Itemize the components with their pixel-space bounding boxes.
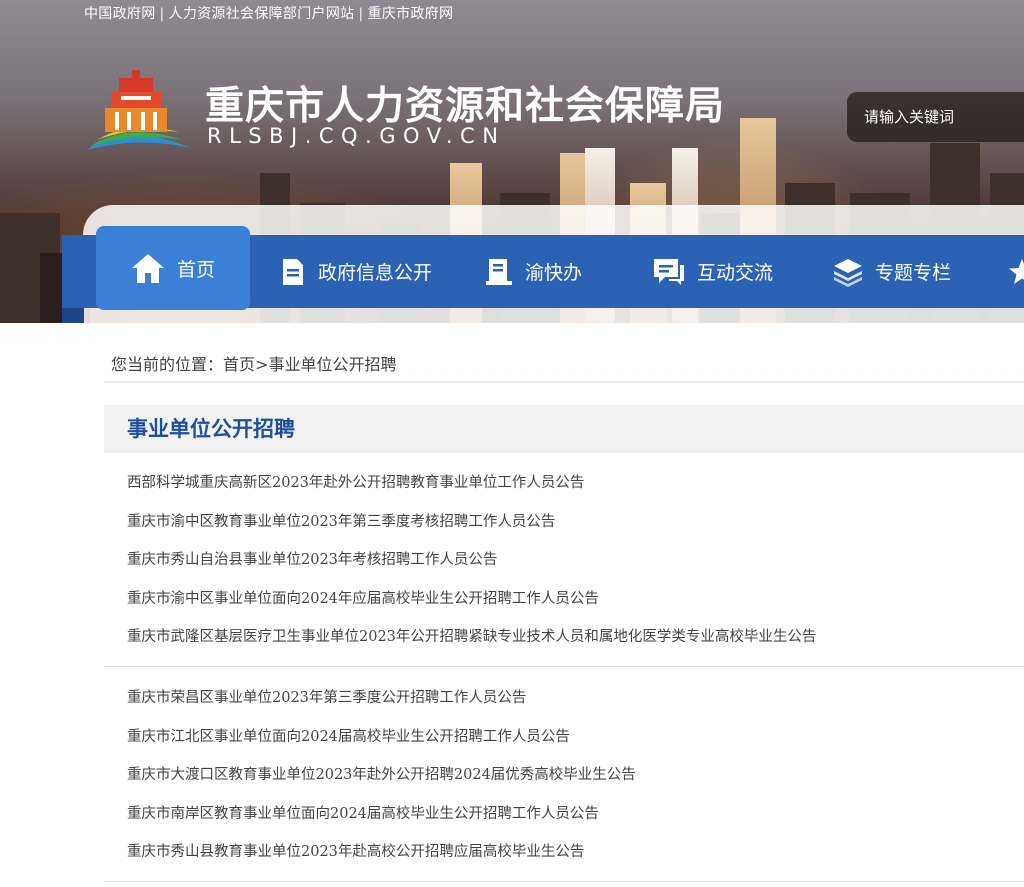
announcement-link[interactable]: 重庆市渝中区事业单位面向2024年应届高校毕业生公开招聘工作人员公告 (127, 591, 599, 607)
nav-item-topics[interactable]: 专题专栏 (833, 235, 951, 308)
nav-item-label: 首页 (176, 258, 215, 281)
top-link-mohrss[interactable]: 人力资源社会保障部门户网站 (169, 6, 355, 22)
list-item: 重庆市秀山自治县事业单位2023年考核招聘工作人员公告 (127, 550, 816, 589)
list-item: 西部科学城重庆高新区2023年赴外公开招聘教育事业单位工作人员公告 (127, 473, 816, 512)
announcement-link[interactable]: 重庆市大渡口区教育事业单位2023年赴外公开招聘2024届优秀高校毕业生公告 (127, 767, 636, 783)
announcement-link[interactable]: 重庆市武隆区基层医疗卫生事业单位2023年公开招聘紧缺专业技术人员和属地化医学类… (127, 629, 816, 645)
top-links: 中国政府网 | 人力资源社会保障部门户网站 | 重庆市政府网 (84, 6, 454, 22)
site-logo (87, 70, 191, 150)
search-input[interactable]: 请输入关键词 (847, 92, 1024, 142)
nav-item-label: 互动交流 (697, 262, 774, 284)
announcement-list: 西部科学城重庆高新区2023年赴外公开招聘教育事业单位工作人员公告 重庆市渝中区… (127, 473, 816, 666)
breadcrumb-home-link[interactable]: 首页 (223, 355, 255, 374)
nav-item-interaction[interactable]: 互动交流 (653, 235, 773, 308)
site-title: 重庆市人力资源和社会保障局 (205, 84, 726, 129)
layers-icon (834, 258, 862, 287)
list-item: 重庆市南岸区教育事业单位面向2024届高校毕业生公开招聘工作人员公告 (127, 804, 636, 843)
book-icon (486, 258, 512, 285)
chat-icon (654, 258, 684, 285)
nav-item-home[interactable]: 首页 (96, 226, 250, 310)
nav-item-label: 渝快办 (525, 262, 583, 284)
announcement-link[interactable]: 重庆市荣昌区事业单位2023年第三季度公开招聘工作人员公告 (127, 690, 526, 706)
announcement-link[interactable]: 重庆市秀山县教育事业单位2023年赴高校公开招聘应届高校毕业生公告 (127, 844, 584, 860)
announcement-link[interactable]: 西部科学城重庆高新区2023年赴外公开招聘教育事业单位工作人员公告 (127, 475, 584, 491)
nav-item-label: 专题专栏 (875, 262, 952, 284)
nav-item-label: 政府信息公开 (318, 262, 433, 284)
breadcrumb: 您当前的位置：首页>事业单位公开招聘 (111, 351, 396, 375)
list-item: 重庆市渝中区事业单位面向2024年应届高校毕业生公开招聘工作人员公告 (127, 589, 816, 628)
home-icon (131, 254, 164, 283)
top-link-cq-gov[interactable]: 重庆市政府网 (367, 6, 453, 22)
breadcrumb-divider (104, 381, 1024, 383)
announcement-link[interactable]: 重庆市江北区事业单位面向2024届高校毕业生公开招聘工作人员公告 (127, 729, 570, 745)
list-item: 重庆市武隆区基层医疗卫生事业单位2023年公开招聘紧缺专业技术人员和属地化医学类… (127, 627, 816, 666)
nav-item-yukuaiban[interactable]: 渝快办 (485, 235, 582, 308)
breadcrumb-prefix: 您当前的位置： (111, 355, 224, 374)
list-item: 重庆市渝中区教育事业单位2023年第三季度考核招聘工作人员公告 (127, 512, 816, 551)
section-title: 事业单位公开招聘 (127, 416, 295, 441)
nav-item-gov-info[interactable]: 政府信息公开 (280, 235, 432, 308)
breadcrumb-separator: > (255, 355, 269, 374)
announcement-link[interactable]: 重庆市渝中区教育事业单位2023年第三季度考核招聘工作人员公告 (127, 514, 555, 530)
announcement-link[interactable]: 重庆市秀山自治县事业单位2023年考核招聘工作人员公告 (127, 552, 497, 568)
site-domain: RLSBJ.CQ.GOV.CN (207, 124, 506, 148)
top-link-gov[interactable]: 中国政府网 (84, 6, 156, 22)
announcement-link[interactable]: 重庆市南岸区教育事业单位面向2024届高校毕业生公开招聘工作人员公告 (127, 806, 599, 822)
list-divider (104, 666, 1024, 667)
nav-item-more[interactable] (1008, 235, 1024, 308)
list-item: 重庆市江北区事业单位面向2024届高校毕业生公开招聘工作人员公告 (127, 727, 636, 766)
star-icon (1009, 258, 1024, 284)
list-item: 重庆市大渡口区教育事业单位2023年赴外公开招聘2024届优秀高校毕业生公告 (127, 765, 636, 804)
breadcrumb-current: 事业单位公开招聘 (268, 355, 397, 374)
nav-shadow (62, 308, 84, 323)
document-icon (283, 258, 303, 285)
list-item: 重庆市秀山县教育事业单位2023年赴高校公开招聘应届高校毕业生公告 (127, 842, 636, 881)
list-item: 重庆市荣昌区事业单位2023年第三季度公开招聘工作人员公告 (127, 688, 636, 727)
list-divider (104, 881, 1024, 882)
announcement-list: 重庆市荣昌区事业单位2023年第三季度公开招聘工作人员公告 重庆市江北区事业单位… (127, 688, 636, 881)
